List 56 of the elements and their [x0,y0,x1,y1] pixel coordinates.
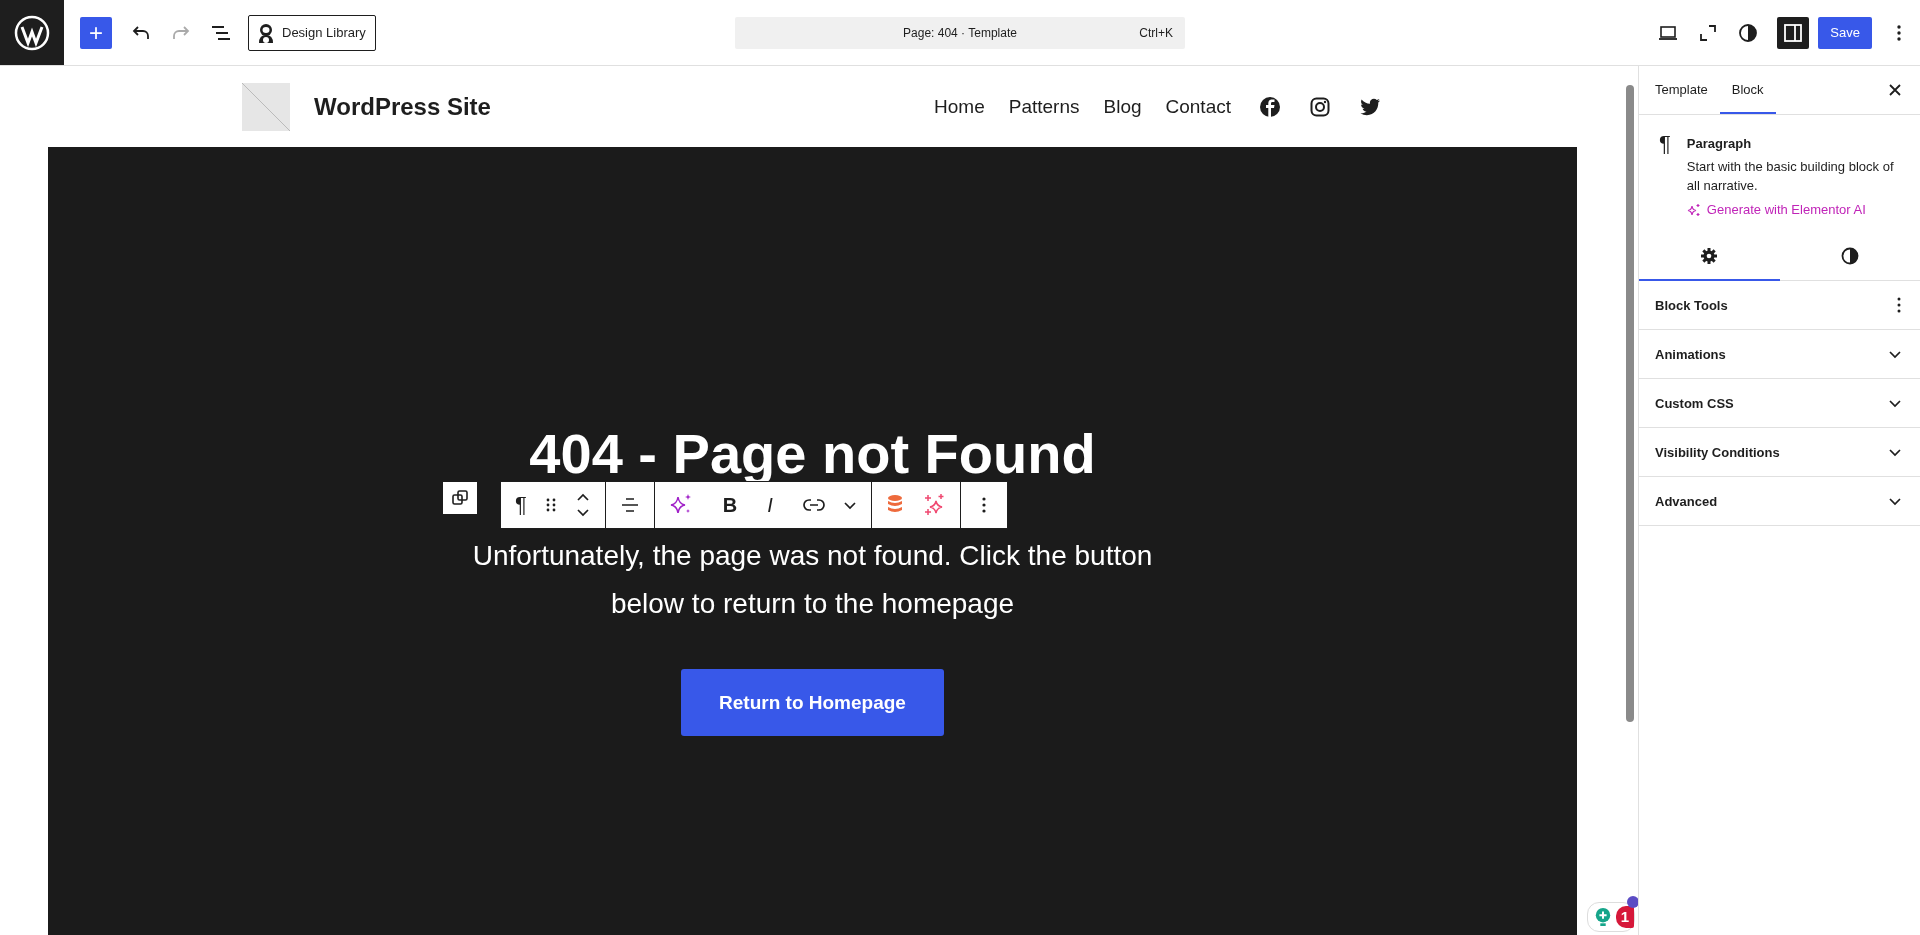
wordpress-logo[interactable] [0,0,64,65]
chevron-down-icon[interactable] [1888,496,1902,506]
add-block-button[interactable]: + [80,16,112,49]
bird-icon[interactable] [1359,96,1381,117]
sidebar-tab[interactable]: Template [1643,66,1720,114]
instagram-icon[interactable] [1309,95,1331,118]
more-options-icon[interactable] [980,496,987,514]
site-title[interactable]: WordPress Site [314,92,491,121]
select-parent-button[interactable] [443,482,477,514]
block-title: Paragraph [1686,136,1753,151]
nav-link[interactable]: Contact [1165,95,1231,118]
sidebar-icon [1782,21,1805,44]
copy-icon [450,488,470,508]
italic-button[interactable]: I [767,493,773,517]
command-bar[interactable]: Page: 404 · Template Ctrl+K [735,16,1185,49]
chevron-down-icon[interactable] [1888,447,1902,457]
design-library-button[interactable]: Design Library [248,14,376,51]
notification-count: 1 [1616,906,1634,928]
save-button[interactable]: Save [1818,16,1872,49]
link-icon[interactable] [802,498,825,512]
contrast-icon [1840,247,1859,265]
bold-button[interactable]: B [722,493,738,517]
status-dot [1627,896,1638,908]
chevron-down-icon[interactable] [842,500,857,510]
page-heading: 404 - Page not Found [529,421,1096,487]
more-options-icon[interactable] [1896,296,1902,314]
panel-title[interactable]: Animations [1655,346,1726,362]
nav-link[interactable]: Home [934,95,985,118]
body-paragraph: Unfortunately, the page was not found. Click the button below to return to the homepage [471,539,1154,621]
paragraph-block-button[interactable]: ¶ [515,493,527,517]
drag-handle-icon[interactable] [544,497,557,513]
settings-icon [1700,247,1719,265]
site-logo-placeholder [242,82,290,131]
chevron-down-icon[interactable] [1888,349,1902,359]
align-center-icon[interactable] [619,495,640,515]
panel-title[interactable]: Block Tools [1655,297,1728,313]
lightbulb-icon [1594,906,1612,928]
paragraph-icon: ¶ [1659,133,1671,217]
nav-link[interactable]: Patterns [1008,95,1080,118]
block-description: Start with the basic building block of all narrative. [1686,158,1895,195]
notification-widget[interactable]: 1 [1587,902,1635,932]
sidebar-toggle-button[interactable] [1777,16,1810,49]
facebook-icon[interactable] [1259,95,1281,118]
move-up-down-icon[interactable] [574,491,591,519]
contrast-icon[interactable] [1737,21,1760,44]
sparkle-icon [1686,202,1701,217]
panel-title[interactable]: Custom CSS [1655,395,1734,411]
chevron-down-icon[interactable] [1888,398,1902,408]
return-home-button[interactable]: Return to Homepage [681,669,944,736]
panel-title[interactable]: Visibility Conditions [1655,444,1780,460]
generate-ai-link[interactable]: Generate with Elementor AI [1686,202,1904,217]
panel-title[interactable]: Advanced [1655,493,1718,509]
sidebar-tab[interactable]: Block [1719,66,1776,114]
nav-link[interactable]: Blog [1103,95,1142,118]
scrollbar[interactable] [1626,85,1634,722]
close-icon[interactable] [1888,83,1902,97]
